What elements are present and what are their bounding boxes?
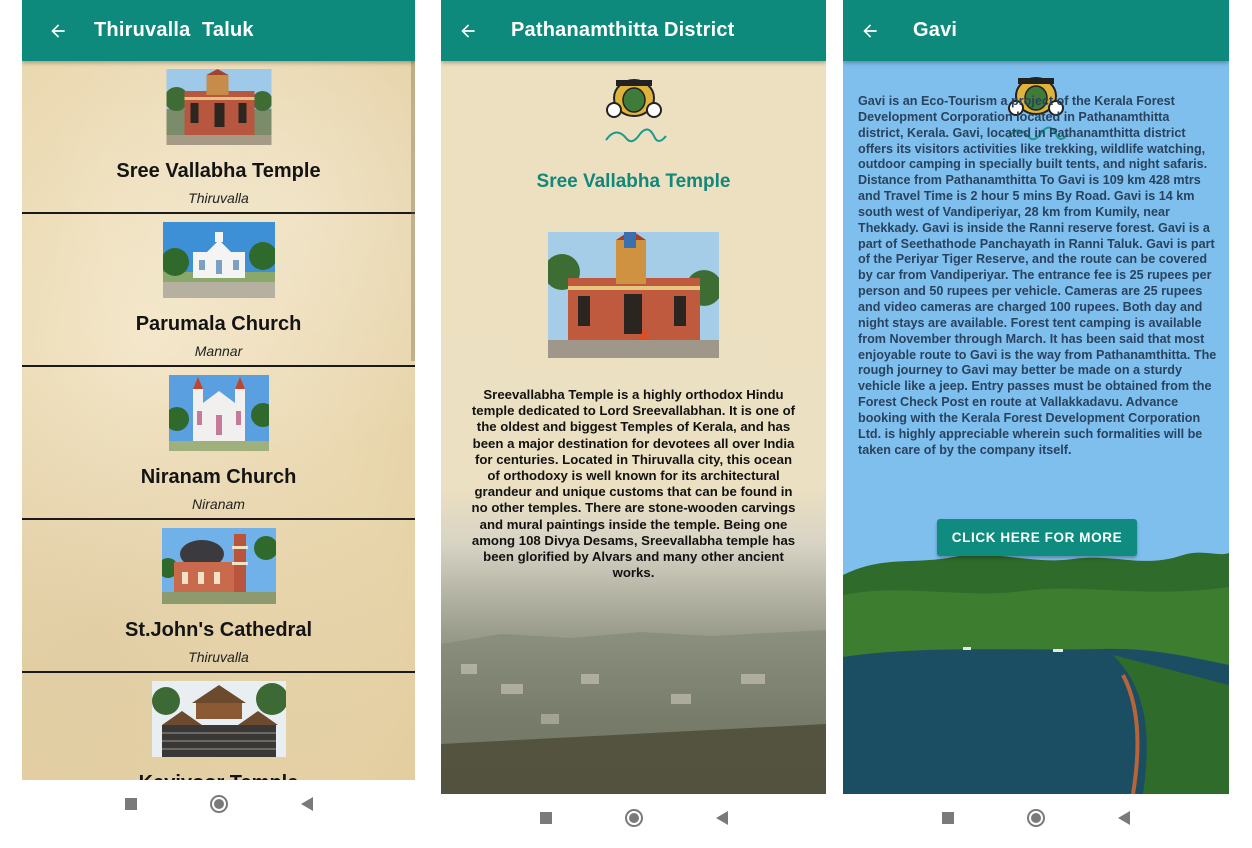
list-item[interactable]: Kaviyoor Temple: [22, 673, 415, 780]
square-icon: [124, 798, 137, 810]
place-location: Niranam: [192, 496, 245, 512]
place-thumbnail: [162, 222, 275, 298]
page-title: Gavi: [913, 19, 958, 41]
list-item[interactable]: Sree Vallabha Temple Thiruvalla: [22, 61, 415, 214]
square-icon: [942, 812, 954, 824]
place-description: Gavi is an Eco-Tourism a project of the …: [858, 94, 1217, 457]
place-name: Kaviyoor Temple: [22, 772, 415, 780]
circle-icon: [624, 809, 643, 827]
place-location: Mannar: [194, 343, 243, 359]
list-item[interactable]: St.John's Cathedral Thiruvalla: [22, 520, 415, 673]
circle-icon: [209, 795, 228, 813]
place-name: Sree Vallabha Temple: [116, 160, 321, 182]
app-bar: Pathanamthitta District: [441, 0, 826, 61]
circle-icon: [1027, 809, 1045, 827]
kathakali-mask-icon: [604, 79, 667, 143]
screen-taluk-list: Thiruvalla Taluk Sree Vallabha Temple Th…: [22, 0, 415, 780]
system-nav-bar: [843, 794, 1229, 842]
system-nav-bar: [441, 794, 826, 842]
home-button[interactable]: [622, 806, 646, 830]
district-logo: [564, 78, 704, 154]
page-title: Pathanamthitta District: [511, 19, 735, 41]
place-name: Parumala Church: [135, 313, 302, 335]
lake-forest-image: [843, 535, 1229, 794]
screen-gavi-detail: Gavi Gavi is an Eco-Tourism a project of…: [843, 0, 1229, 794]
arrow-left-icon: [461, 23, 475, 38]
nav-back-button[interactable]: [1112, 806, 1136, 830]
place-thumbnail: [168, 375, 269, 451]
square-icon: [539, 812, 552, 824]
place-location: Thiruvalla: [188, 649, 249, 665]
triangle-left-icon: [1118, 811, 1130, 825]
screen-place-detail: Pathanamthitta District Sree Vallabha Te…: [441, 0, 826, 794]
system-nav-bar: [22, 780, 415, 828]
home-button[interactable]: [207, 792, 231, 816]
nav-back-button[interactable]: [710, 806, 734, 830]
arrow-left-icon: [51, 23, 65, 38]
place-description: Sreevallabha Temple is a highly orthodox…: [471, 387, 796, 581]
triangle-left-icon: [715, 811, 728, 825]
recents-button[interactable]: [936, 806, 960, 830]
place-name: Niranam Church: [140, 466, 297, 488]
home-button[interactable]: [1024, 806, 1048, 830]
list-item[interactable]: Niranam Church Niranam: [22, 367, 415, 520]
place-location: Thiruvalla: [188, 190, 249, 206]
back-button[interactable]: [22, 0, 94, 61]
place-photo: [548, 232, 719, 358]
place-thumbnail: [161, 528, 276, 604]
list-item[interactable]: Parumala Church Mannar: [22, 214, 415, 367]
app-bar: Thiruvalla Taluk: [22, 0, 415, 61]
place-thumbnail: [166, 69, 271, 145]
arrow-left-icon: [863, 23, 877, 38]
place-list: Sree Vallabha Temple Thiruvalla Parumala…: [22, 61, 415, 780]
place-name: St.John's Cathedral: [124, 619, 312, 641]
recents-button[interactable]: [119, 792, 143, 816]
click-here-for-more-button[interactable]: CLICK HERE FOR MORE: [937, 519, 1137, 556]
recents-button[interactable]: [534, 806, 558, 830]
app-bar: Gavi: [843, 0, 1229, 61]
place-thumbnail: [151, 681, 286, 757]
back-button[interactable]: [843, 0, 897, 61]
scrollbar[interactable]: [411, 61, 415, 361]
place-title: Sree Vallabha Temple: [536, 171, 731, 192]
page-title: Thiruvalla Taluk: [94, 19, 254, 41]
nav-back-button[interactable]: [295, 792, 319, 816]
back-button[interactable]: [441, 0, 495, 61]
triangle-left-icon: [300, 797, 313, 811]
town-landscape-image: [441, 630, 826, 794]
